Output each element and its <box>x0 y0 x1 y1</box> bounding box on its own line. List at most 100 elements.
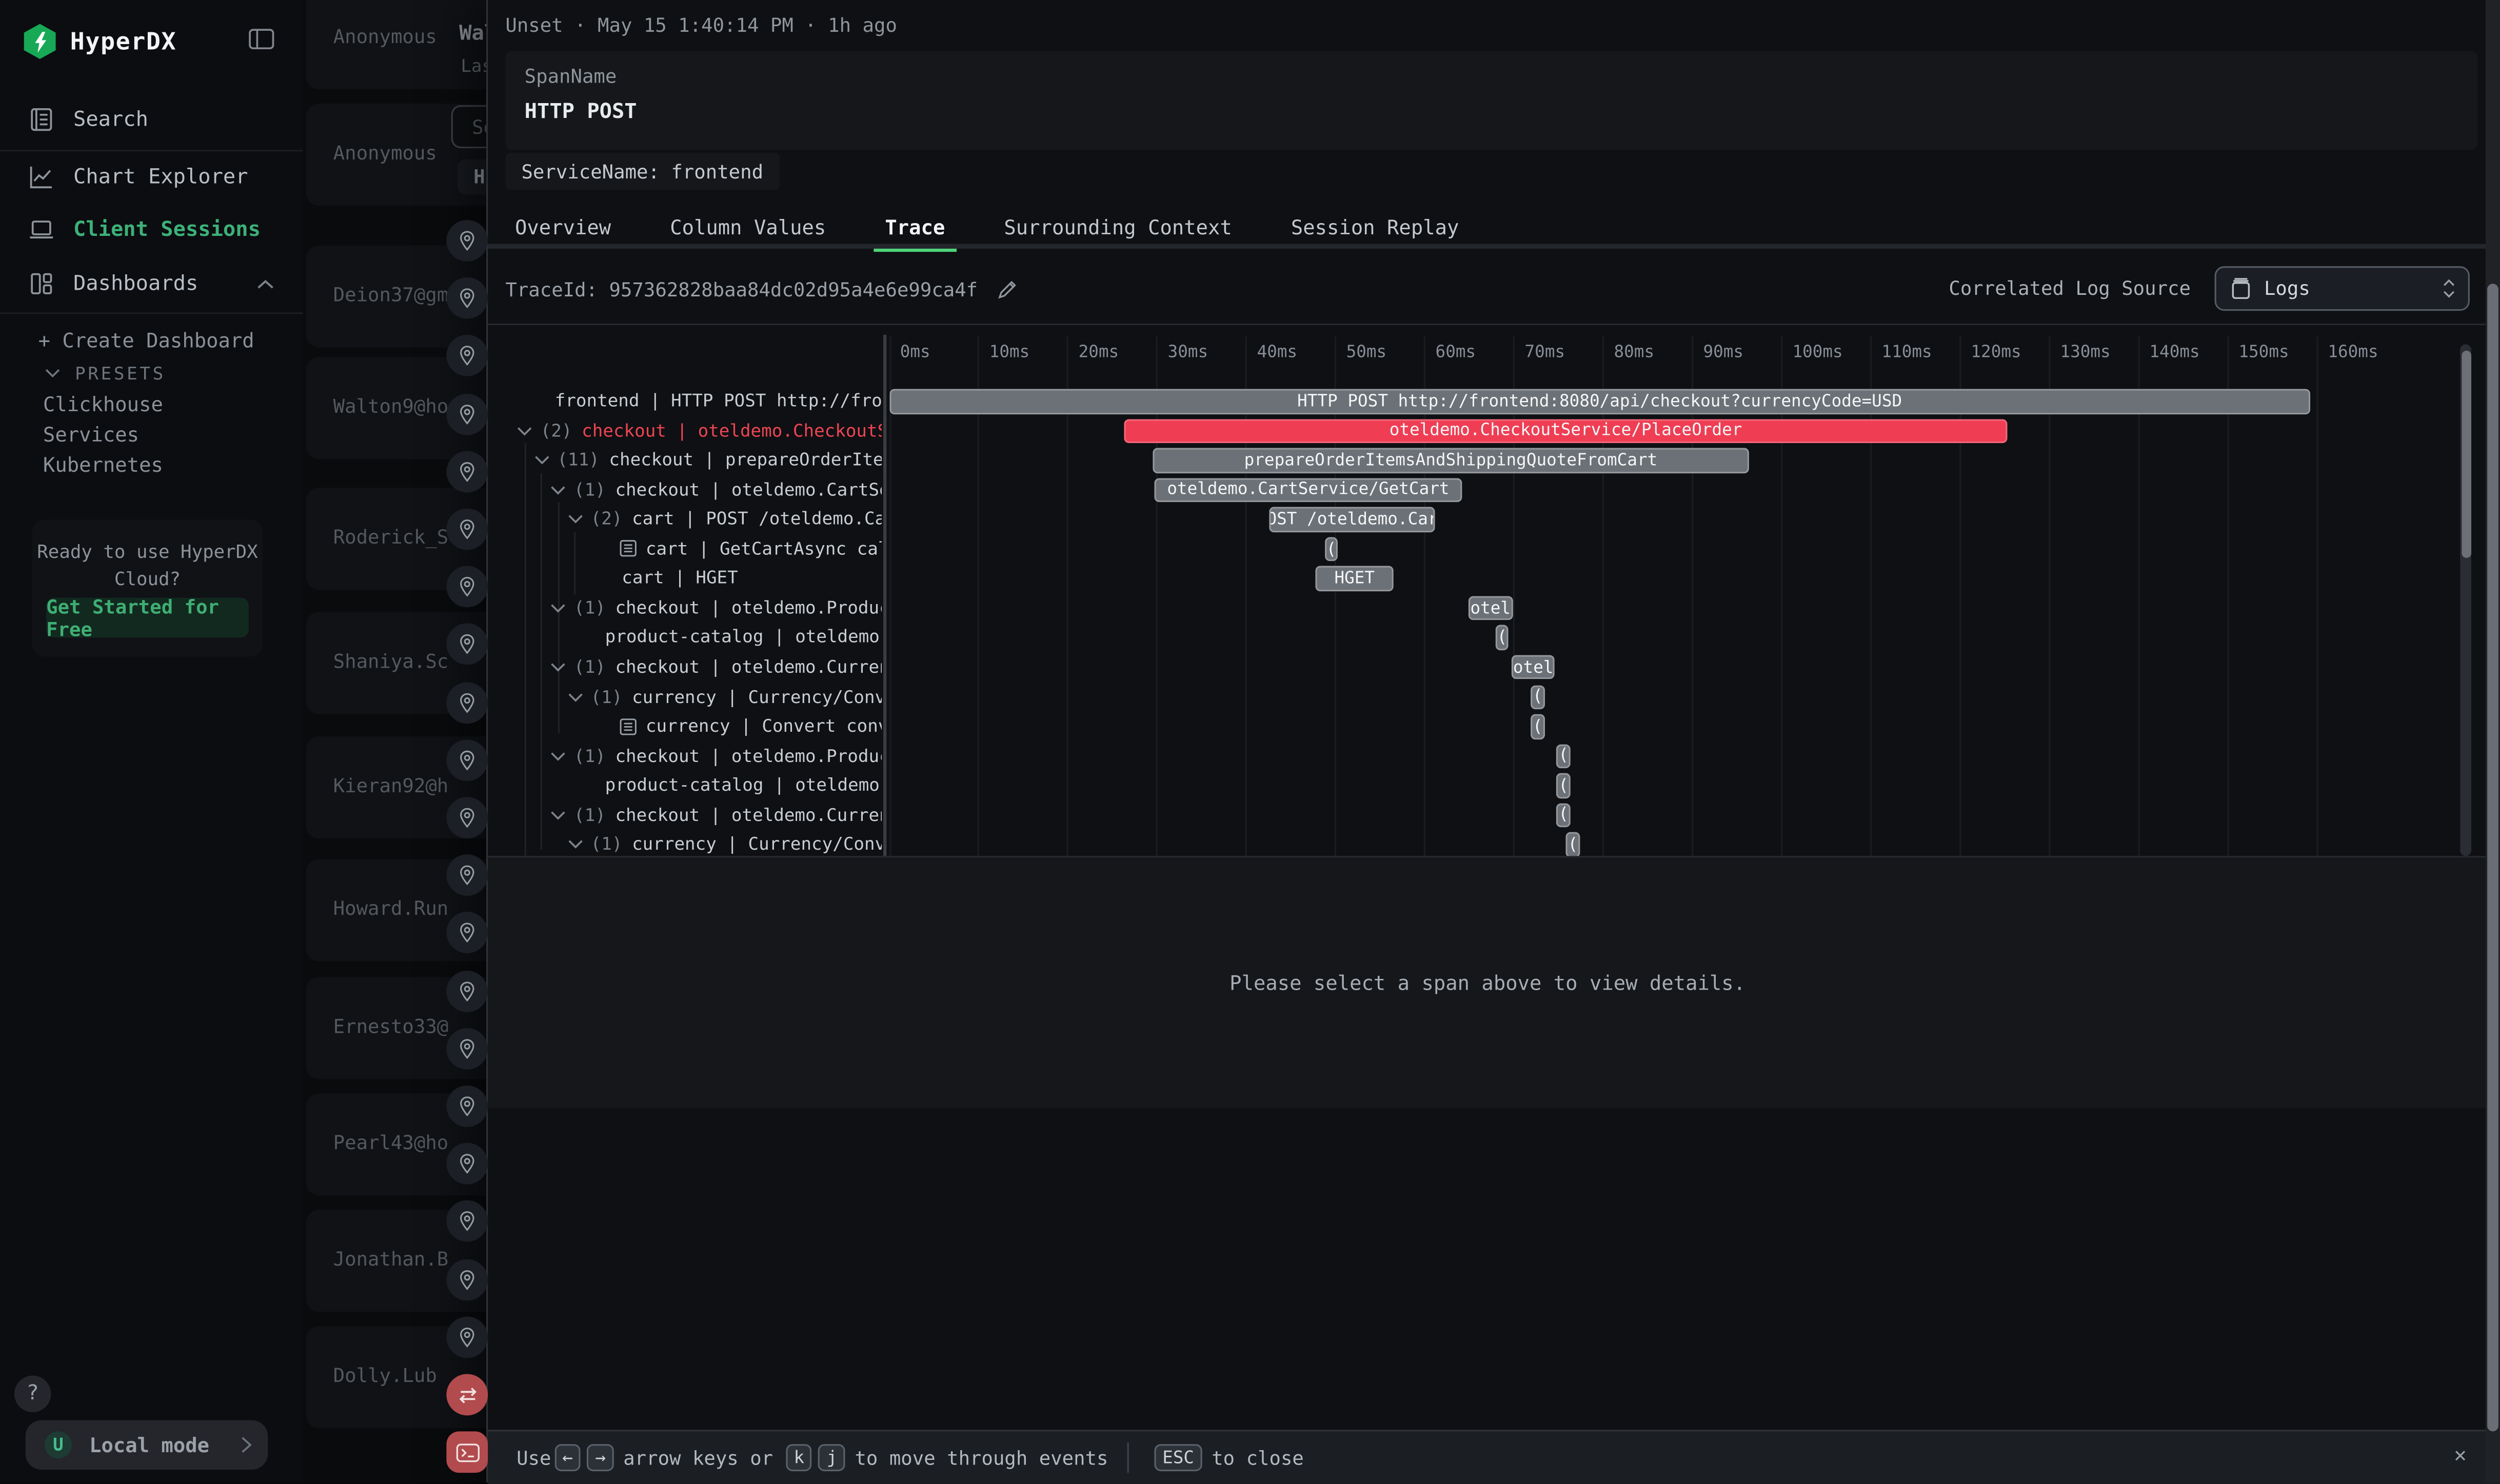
span-bar[interactable]: HTTP POST http://frontend:8080/api/check… <box>889 389 2310 413</box>
span-bar-label: otel <box>1513 658 1554 677</box>
swap-arrows-icon[interactable] <box>446 1374 488 1415</box>
sidebar-item-kubernetes[interactable]: Kubernetes <box>0 448 346 479</box>
span-bar[interactable]: otel <box>1468 596 1513 620</box>
location-pin-icon[interactable] <box>446 1258 488 1300</box>
sidebar-item-chart-explorer[interactable]: Chart Explorer <box>0 156 303 198</box>
waterfall-scrollbar-thumb[interactable] <box>2461 351 2471 558</box>
trace-tree-row[interactable]: product-catalog | oteldemo.Prod… <box>605 624 882 651</box>
tab-column-values[interactable]: Column Values <box>670 204 826 249</box>
chevron-down-icon[interactable] <box>550 484 566 495</box>
trace-tree-row[interactable]: (1)currency | Currency/Convert <box>567 683 882 710</box>
terminal-icon[interactable] <box>446 1431 488 1473</box>
span-bar[interactable]: ( <box>1556 773 1571 798</box>
span-bar[interactable]: ( <box>1496 626 1508 650</box>
trace-tree-row[interactable]: (1)checkout | oteldemo.CartServic… <box>550 476 882 503</box>
sidebar-item-services[interactable]: Services <box>0 417 346 449</box>
gridline <box>1871 336 1872 856</box>
chevron-right-icon <box>241 1436 252 1454</box>
create-dashboard-button[interactable]: + Create Dashboard <box>0 324 341 355</box>
sidebar-collapse-icon[interactable] <box>249 29 274 49</box>
span-count: (1) <box>574 805 606 825</box>
sidebar-item-client-sessions[interactable]: Client Sessions <box>0 209 303 250</box>
span-count: (1) <box>574 656 606 677</box>
chevron-down-icon[interactable] <box>517 425 532 436</box>
chevron-down-icon[interactable] <box>550 809 566 820</box>
location-pin-icon[interactable] <box>446 509 488 550</box>
tree-row-label: cart | POST /oteldemo.CartSe… <box>632 509 882 529</box>
trace-tree-row[interactable]: product-catalog | oteldemo.Prod… <box>605 772 882 799</box>
chevron-down-icon[interactable] <box>567 691 583 703</box>
page-scrollbar-thumb[interactable] <box>2487 284 2498 1431</box>
presets-toggle[interactable]: PRESETS <box>0 357 348 389</box>
tab-surrounding-context[interactable]: Surrounding Context <box>1004 204 1232 249</box>
chevron-down-icon[interactable] <box>567 839 583 850</box>
span-bar[interactable]: oteldemo.CheckoutService/PlaceOrder <box>1124 418 2008 443</box>
trace-tree-row[interactable]: (2)checkout | oteldemo.CheckoutServic… <box>517 417 882 444</box>
span-bar[interactable]: ( <box>1531 714 1545 739</box>
trace-tree-row[interactable]: (1)checkout | oteldemo.ProductCat… <box>550 742 882 769</box>
trace-tree-row[interactable]: currency | Convert convers… <box>619 713 882 740</box>
service-name-chip[interactable]: ServiceName: frontend <box>505 153 779 189</box>
tree-resize-handle[interactable] <box>883 335 886 856</box>
session-name: Pearl43@ho <box>333 1132 449 1154</box>
trace-tree-row[interactable]: (1)checkout | oteldemo.CurrencySe… <box>550 801 882 829</box>
location-pin-icon[interactable] <box>446 1028 488 1069</box>
location-pin-icon[interactable] <box>446 855 488 896</box>
logo[interactable]: HyperDX <box>24 23 279 61</box>
trace-tree-row[interactable]: (11)checkout | prepareOrderItemsAnd… <box>533 447 882 474</box>
tab-overview[interactable]: Overview <box>515 204 611 249</box>
span-bar[interactable]: POST /oteldemo.Cart <box>1269 507 1435 532</box>
location-pin-icon[interactable] <box>446 970 488 1012</box>
location-pin-icon[interactable] <box>446 797 488 838</box>
location-pin-icon[interactable] <box>446 277 488 319</box>
trace-tree-row[interactable]: (1)currency | Currency/Convert <box>567 831 882 856</box>
trace-tree-row[interactable]: cart | GetCartAsync called… <box>619 535 882 563</box>
tab-session-replay[interactable]: Session Replay <box>1291 204 1459 249</box>
trace-tree-row[interactable]: (2)cart | POST /oteldemo.CartSe… <box>567 506 882 533</box>
location-pin-icon[interactable] <box>446 1316 488 1358</box>
chevron-down-icon[interactable] <box>567 513 583 525</box>
location-pin-icon[interactable] <box>446 393 488 435</box>
location-pin-icon[interactable] <box>446 451 488 492</box>
arrow-left-key: ← <box>554 1444 581 1471</box>
page-scrollbar[interactable] <box>2486 0 2500 1482</box>
chevron-down-icon[interactable] <box>550 750 566 761</box>
span-bar[interactable]: prepareOrderItemsAndShippingQuoteFromCar… <box>1153 448 1749 473</box>
get-started-button[interactable]: Get Started for Free <box>46 598 249 638</box>
waterfall-scrollbar[interactable] <box>2460 344 2471 856</box>
span-bar[interactable]: otel <box>1512 655 1555 679</box>
axis-tick-label: 30ms <box>1168 343 1208 362</box>
chevron-down-icon[interactable] <box>550 602 566 613</box>
log-source-select[interactable]: Logs <box>2215 266 2470 311</box>
span-bar[interactable]: oteldemo.CartService/GetCart <box>1155 477 1462 502</box>
location-pin-icon[interactable] <box>446 681 488 723</box>
sidebar-item-search[interactable]: Search <box>0 99 303 141</box>
location-pin-icon[interactable] <box>446 1086 488 1127</box>
span-bar[interactable]: ( <box>1565 832 1581 856</box>
gridline <box>1603 336 1604 856</box>
span-bar[interactable]: ( <box>1531 685 1545 709</box>
trace-tree-row[interactable]: (1)checkout | oteldemo.ProductCat… <box>550 594 882 621</box>
span-bar[interactable]: ( <box>1556 803 1571 828</box>
close-icon[interactable]: ✕ <box>2454 1444 2466 1468</box>
tab-trace[interactable]: Trace <box>885 204 945 249</box>
trace-tree-row[interactable]: cart | HGET <box>622 565 738 592</box>
chart-icon <box>29 164 54 190</box>
trace-tree-row[interactable]: (1)checkout | oteldemo.CurrencySe… <box>550 653 882 680</box>
edit-pencil-icon[interactable] <box>997 279 1017 299</box>
span-bar[interactable]: ( <box>1556 744 1571 768</box>
sidebar-item-dashboards[interactable]: Dashboards <box>0 263 303 305</box>
span-bar[interactable]: HGET <box>1316 566 1393 591</box>
location-pin-icon[interactable] <box>446 1143 488 1185</box>
help-button[interactable]: ? <box>14 1376 51 1412</box>
location-pin-icon[interactable] <box>446 220 488 262</box>
sidebar-item-clickhouse[interactable]: Clickhouse <box>0 387 346 419</box>
location-pin-icon[interactable] <box>446 566 488 608</box>
span-bar[interactable]: ( <box>1325 537 1338 561</box>
chevron-down-icon[interactable] <box>533 454 549 466</box>
trace-tree-row[interactable]: frontend | HTTP POST http://frontend:… <box>555 387 882 414</box>
chevron-down-icon[interactable] <box>550 661 566 673</box>
location-pin-icon[interactable] <box>446 739 488 781</box>
local-mode-menu[interactable]: U Local mode <box>26 1420 268 1470</box>
chevron-down-icon <box>45 368 61 378</box>
